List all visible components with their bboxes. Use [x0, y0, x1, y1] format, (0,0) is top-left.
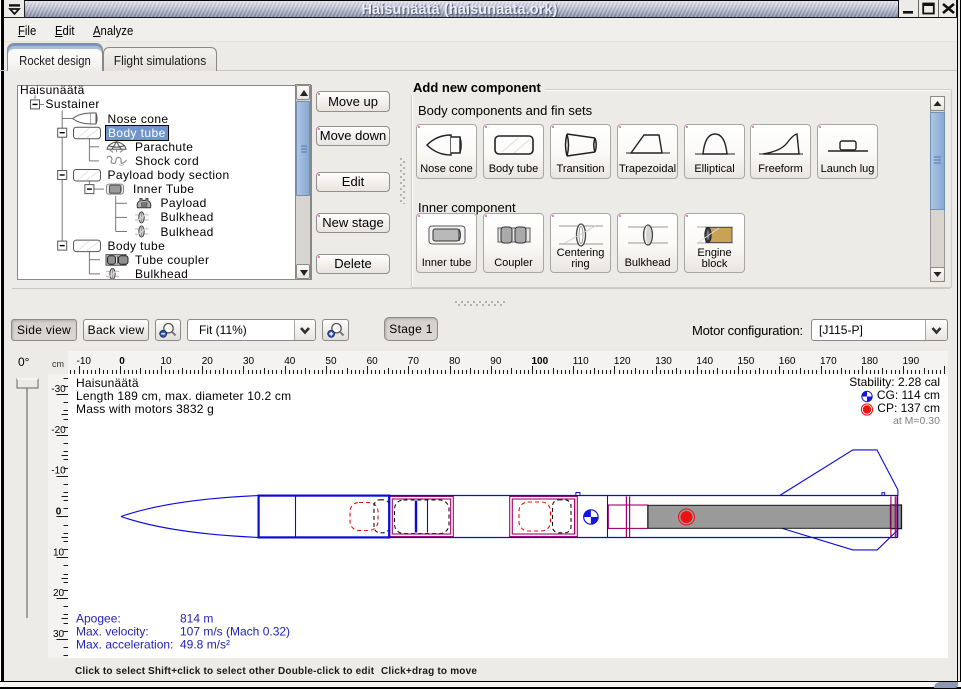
- svg-text:60: 60: [367, 356, 379, 367]
- svg-text:cm: cm: [52, 359, 64, 369]
- svg-text:110: 110: [573, 356, 589, 367]
- svg-text:90: 90: [490, 356, 502, 367]
- svg-text:0: 0: [119, 356, 125, 367]
- svg-text:170: 170: [820, 356, 837, 367]
- svg-text:80: 80: [449, 356, 461, 367]
- svg-text:20: 20: [53, 588, 65, 599]
- svg-text:140: 140: [696, 356, 713, 367]
- svg-text:CG: 114 cm: CG: 114 cm: [877, 388, 940, 402]
- svg-text:at M=0.30: at M=0.30: [893, 415, 940, 427]
- svg-text:107 m/s (Mach 0.32): 107 m/s (Mach 0.32): [180, 625, 290, 639]
- svg-text:190: 190: [903, 356, 920, 367]
- svg-text:200: 200: [948, 356, 949, 367]
- svg-text:Max. acceleration:: Max. acceleration:: [76, 638, 173, 652]
- svg-text:130: 130: [655, 356, 672, 367]
- svg-text:180: 180: [861, 356, 878, 367]
- svg-text:CP: 137 cm: CP: 137 cm: [877, 401, 940, 415]
- svg-text:-10: -10: [51, 466, 66, 477]
- svg-text:Stability: 2.28 cal: Stability: 2.28 cal: [849, 375, 940, 389]
- svg-text:40: 40: [284, 356, 296, 367]
- svg-text:50: 50: [325, 356, 337, 367]
- svg-text:30: 30: [243, 356, 255, 367]
- svg-text:Max. velocity:: Max. velocity:: [76, 625, 149, 639]
- svg-text:10: 10: [161, 356, 173, 367]
- svg-text:49.8 m/s²: 49.8 m/s²: [180, 638, 230, 652]
- svg-text:100: 100: [532, 356, 549, 367]
- svg-text:Mass with motors 3832 g: Mass with motors 3832 g: [76, 402, 214, 416]
- svg-text:30: 30: [53, 629, 65, 640]
- svg-text:120: 120: [614, 356, 631, 367]
- svg-text:Length 189 cm, max. diameter 1: Length 189 cm, max. diameter 10.2 cm: [76, 389, 291, 403]
- svg-text:814 m: 814 m: [180, 612, 213, 626]
- svg-text:160: 160: [779, 356, 796, 367]
- svg-text:-30: -30: [51, 384, 66, 395]
- svg-text:-20: -20: [51, 425, 66, 436]
- svg-text:0: 0: [56, 507, 62, 518]
- svg-text:20: 20: [202, 356, 214, 367]
- svg-text:70: 70: [408, 356, 420, 367]
- svg-text:Haisunäätä: Haisunäätä: [76, 376, 139, 390]
- svg-text:10: 10: [53, 547, 65, 558]
- svg-text:-10: -10: [77, 356, 92, 367]
- svg-text:Apogee:: Apogee:: [76, 612, 121, 626]
- svg-text:150: 150: [738, 356, 755, 367]
